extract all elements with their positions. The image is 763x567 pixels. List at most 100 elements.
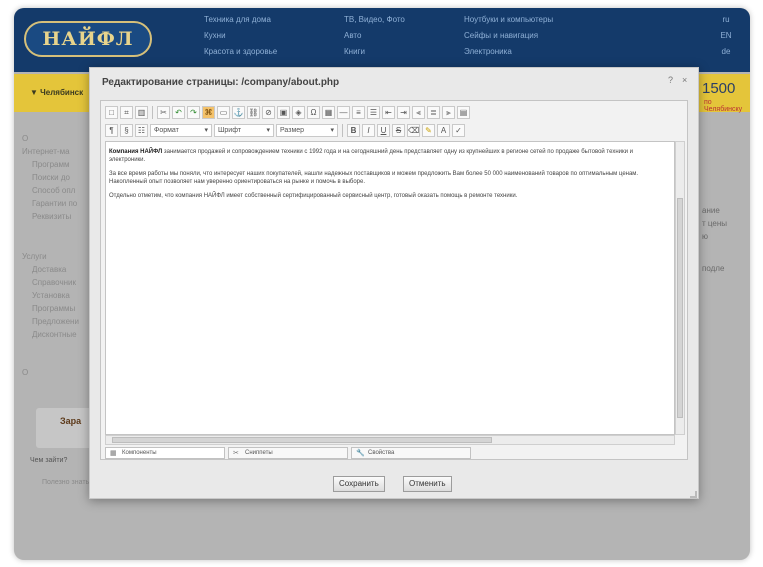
template-icon[interactable]: ☷ — [135, 124, 148, 137]
nav-link[interactable]: Книги — [344, 44, 405, 60]
bg-link[interactable]: Чем зайти? — [30, 454, 67, 467]
phone-caption: по Челябинску — [704, 99, 743, 113]
scroll-thumb[interactable] — [677, 198, 683, 418]
save-button[interactable]: Сохранить — [333, 476, 385, 492]
bg-right-line: ю — [702, 232, 708, 241]
align-right-icon[interactable]: ⫸ — [442, 106, 455, 119]
link-icon[interactable]: ⛓ — [247, 106, 260, 119]
bg-right-line: ание — [702, 206, 720, 215]
bg-menu-item[interactable]: Справочник — [22, 276, 79, 289]
nav-link[interactable]: Авто — [344, 28, 405, 44]
bg-right-line: т цены — [702, 219, 727, 228]
lang-link[interactable]: EN — [714, 28, 738, 44]
tab-snippets[interactable]: ✂ Сниппеты — [228, 447, 348, 459]
chevron-down-icon: ▾ — [266, 127, 270, 134]
ordered-list-icon[interactable]: ≡ — [352, 106, 365, 119]
cancel-button[interactable]: Отменить — [403, 476, 452, 492]
site-header: НАЙФЛ Техника для дома Кухни Красота и з… — [14, 8, 750, 72]
bg-menu-item[interactable]: О — [22, 132, 77, 145]
align-left-icon[interactable]: ⫷ — [412, 106, 425, 119]
align-center-icon[interactable]: ≣ — [427, 106, 440, 119]
lang-link[interactable]: ru — [714, 12, 738, 28]
bold-icon[interactable]: B — [347, 124, 360, 137]
bg-menu-item[interactable]: Установка — [22, 289, 79, 302]
split-view-icon[interactable]: ▥ — [135, 106, 148, 119]
paragraph-icon[interactable]: ¶ — [105, 124, 118, 137]
redo-icon[interactable]: ↷ — [187, 106, 200, 119]
bg-right-text: ание т цены ю — [702, 204, 727, 243]
scroll-thumb[interactable] — [112, 437, 492, 443]
nav-link[interactable]: ТВ, Видео, Фото — [344, 12, 405, 28]
spellcheck-icon[interactable]: ✓ — [452, 124, 465, 137]
size-select-value: Размер — [280, 127, 305, 134]
outdent-icon[interactable]: ⇤ — [382, 106, 395, 119]
source-icon[interactable]: ⌘ — [202, 106, 215, 119]
style-icon[interactable]: § — [120, 124, 133, 137]
nav-column-3: Ноутбуки и компьютеры Сейфы и навигация … — [464, 12, 553, 60]
lang-link[interactable]: de — [714, 44, 738, 60]
horizontal-scrollbar[interactable] — [105, 435, 675, 445]
italic-icon[interactable]: I — [362, 124, 375, 137]
text-color-icon[interactable]: A — [437, 124, 450, 137]
flash-icon[interactable]: ◈ — [292, 106, 305, 119]
toolbar-row-2: ¶ § ☷ Формат ▾ Шрифт ▾ Размер ▾ B I U S ⌫ ✎… — [105, 122, 465, 139]
edit-page-dialog: Редактирование страницы: /company/about.… — [89, 67, 699, 499]
font-select[interactable]: Шрифт ▾ — [214, 124, 274, 137]
bg-menu-item[interactable]: Доставка — [22, 263, 79, 276]
site-logo[interactable]: НАЙФЛ — [24, 21, 152, 57]
undo-icon[interactable]: ↶ — [172, 106, 185, 119]
close-icon[interactable]: × — [682, 75, 687, 85]
bg-left-menu: О Интернет-ма Программ Поиски до Способ … — [22, 132, 77, 223]
bg-menu-item[interactable]: Способ опл — [22, 184, 77, 197]
bg-menu-item[interactable]: Гарантии по — [22, 197, 77, 210]
new-doc-icon[interactable]: □ — [105, 106, 118, 119]
bg-link[interactable]: Полезно знать — [42, 476, 89, 489]
highlight-icon[interactable]: ✎ — [422, 124, 435, 137]
city-selector[interactable]: ▼ Челябинск — [30, 88, 83, 97]
nav-link[interactable]: Красота и здоровье — [204, 44, 277, 60]
bg-menu-item[interactable]: Дисконтные — [22, 328, 79, 341]
bg-promo-title: Зара — [60, 416, 82, 426]
eraser-icon[interactable]: ⌫ — [407, 124, 420, 137]
anchor-icon[interactable]: ⚓ — [232, 106, 245, 119]
table-icon[interactable]: ▦ — [322, 106, 335, 119]
nav-link[interactable]: Сейфы и навигация — [464, 28, 553, 44]
vertical-scrollbar[interactable] — [675, 141, 685, 435]
strike-icon[interactable]: S — [392, 124, 405, 137]
bg-menu-item[interactable]: Поиски до — [22, 171, 77, 184]
tab-components[interactable]: ▦ Компоненты — [105, 447, 225, 459]
nav-link[interactable]: Техника для дома — [204, 12, 277, 28]
special-char-icon[interactable]: Ω — [307, 106, 320, 119]
nav-link[interactable]: Кухни — [204, 28, 277, 44]
unordered-list-icon[interactable]: ☰ — [367, 106, 380, 119]
underline-icon[interactable]: U — [377, 124, 390, 137]
resize-handle-icon[interactable] — [690, 491, 697, 498]
bg-menu-item[interactable]: Интернет-ма — [22, 145, 77, 158]
unlink-icon[interactable]: ⊘ — [262, 106, 275, 119]
cut-icon[interactable]: ✂ — [157, 106, 170, 119]
help-icon[interactable]: ? — [668, 75, 673, 85]
nav-column-1: Техника для дома Кухни Красота и здоровь… — [204, 12, 277, 60]
bg-menu-item[interactable]: Программы — [22, 302, 79, 315]
bg-menu-item[interactable]: Программ — [22, 158, 77, 171]
bg-menu-item[interactable]: Услуги — [22, 250, 79, 263]
bg-menu-item[interactable]: Реквизиты — [22, 210, 77, 223]
toolbar-separator — [152, 106, 153, 119]
content-edit-area[interactable]: Компания НАЙФЛ занимается продажей и соп… — [105, 141, 675, 435]
indent-icon[interactable]: ⇥ — [397, 106, 410, 119]
image-icon[interactable]: ▣ — [277, 106, 290, 119]
nav-link[interactable]: Ноутбуки и компьютеры — [464, 12, 553, 28]
page-icon[interactable]: ▭ — [217, 106, 230, 119]
hr-icon[interactable]: ― — [337, 106, 350, 119]
tab-properties[interactable]: 🔧 Свойства — [351, 447, 471, 459]
size-select[interactable]: Размер ▾ — [276, 124, 338, 137]
align-justify-icon[interactable]: ▤ — [457, 106, 470, 119]
nav-column-2: ТВ, Видео, Фото Авто Книги — [344, 12, 405, 60]
nav-link[interactable]: Электроника — [464, 44, 553, 60]
bg-menu-item[interactable]: Предложени — [22, 315, 79, 328]
content-paragraph: Компания НАЙФЛ занимается продажей и соп… — [109, 148, 669, 164]
bg-left-extra: О — [22, 368, 29, 377]
components-icon: ▦ — [110, 450, 117, 457]
format-select[interactable]: Формат ▾ — [150, 124, 212, 137]
code-view-icon[interactable]: ⌗ — [120, 106, 133, 119]
